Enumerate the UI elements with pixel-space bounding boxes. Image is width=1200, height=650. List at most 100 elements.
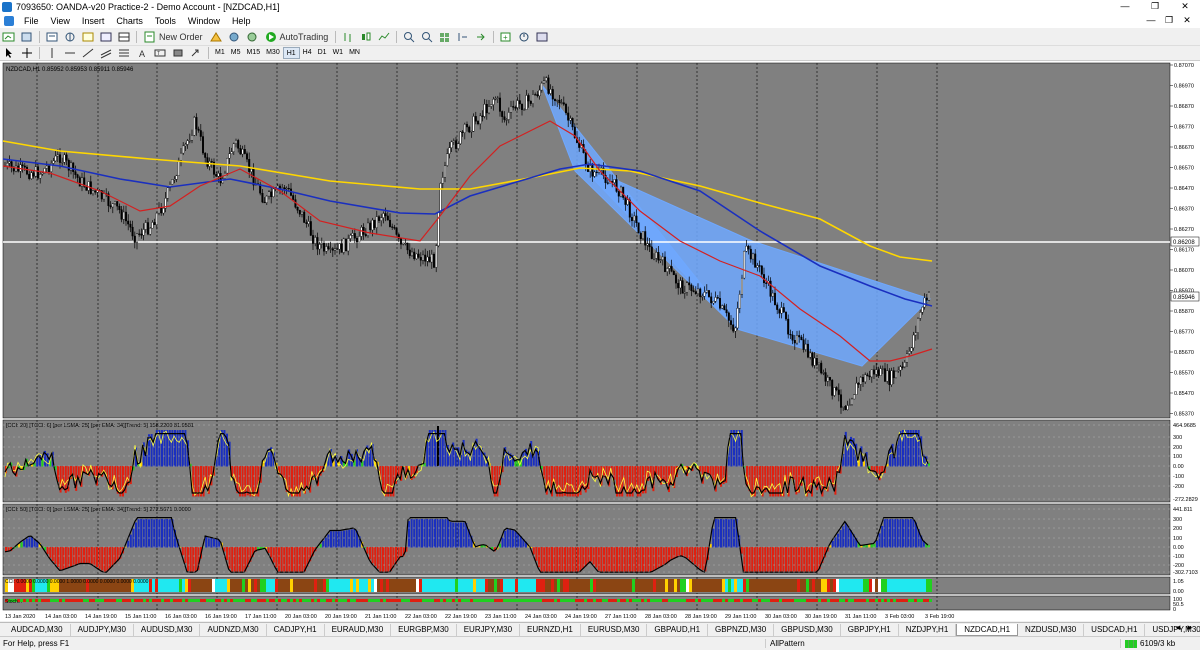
tab-scroll-right-icon[interactable]: ► xyxy=(1184,623,1196,632)
metaeditor-icon[interactable] xyxy=(208,30,224,44)
menu-tools[interactable]: Tools xyxy=(149,16,182,26)
symbol-tab[interactable]: NZDJPY,H1 xyxy=(899,623,957,636)
cci2-bar xyxy=(696,547,699,567)
rectangle-icon[interactable] xyxy=(170,46,186,60)
symbol-tab[interactable]: EURNZD,H1 xyxy=(520,623,581,636)
cci2-bar xyxy=(327,534,330,548)
periods-icon[interactable] xyxy=(516,30,532,44)
symbol-tab[interactable]: NZDCAD,H1 xyxy=(956,623,1019,636)
close-icon[interactable]: ✕ xyxy=(1170,0,1200,13)
symbol-tab[interactable]: EURGBP,M30 xyxy=(391,623,457,636)
chart-svg[interactable]: 0.87070 0.86970 0.86870 0.86770 0.86670 0.865… xyxy=(0,61,1200,621)
menu-window[interactable]: Window xyxy=(182,16,226,26)
symbol-tab[interactable]: CADJPY,H1 xyxy=(267,623,325,636)
signal-cell xyxy=(251,579,254,592)
menu-help[interactable]: Help xyxy=(226,16,257,26)
cci2-bar xyxy=(83,547,85,564)
strategy-tester-icon[interactable] xyxy=(116,30,132,44)
menu-charts[interactable]: Charts xyxy=(110,16,149,26)
chart-window[interactable]: 0.87070 0.86970 0.86870 0.86770 0.86670 0.865… xyxy=(0,61,1200,621)
bar-chart-icon[interactable] xyxy=(340,30,356,44)
signal-cell xyxy=(182,579,185,592)
data-window-icon[interactable] xyxy=(80,30,96,44)
symbol-tab[interactable]: NZDUSD,M30 xyxy=(1018,623,1085,636)
symbol-tab[interactable]: GBPNZD,M30 xyxy=(708,623,775,636)
tile-windows-icon[interactable] xyxy=(437,30,453,44)
timeframe-w1[interactable]: W1 xyxy=(330,47,347,59)
signal-cell xyxy=(887,579,890,592)
chart-shift-icon[interactable] xyxy=(455,30,471,44)
candlestick-icon[interactable] xyxy=(358,30,374,44)
indicators-icon[interactable]: + xyxy=(498,30,514,44)
line-chart-icon[interactable] xyxy=(376,30,392,44)
terminal-icon[interactable] xyxy=(98,30,114,44)
symbol-tab[interactable]: USDCAD,H1 xyxy=(1084,623,1146,636)
autotrading-button[interactable]: AutoTrading xyxy=(262,30,332,44)
crosshair-icon[interactable] xyxy=(19,46,35,60)
cci2-level-label: 300 xyxy=(1173,517,1182,523)
symbol-tab[interactable]: EURJPY,M30 xyxy=(457,623,521,636)
symbol-tab[interactable]: AUDNZD,M30 xyxy=(200,623,267,636)
market-watch-icon[interactable] xyxy=(44,30,60,44)
time-label: 14 Jan 03:00 xyxy=(45,614,77,620)
symbol-tab[interactable]: GBPJPY,H1 xyxy=(841,623,899,636)
new-chart-icon[interactable] xyxy=(1,30,17,44)
chart-close-icon[interactable]: ✕ xyxy=(1178,13,1196,28)
signal-cell xyxy=(716,579,719,592)
new-order-button[interactable]: New Order xyxy=(141,30,206,44)
signal-cell xyxy=(722,579,725,592)
market-icon[interactable] xyxy=(244,30,260,44)
timeframe-m5[interactable]: M5 xyxy=(228,47,244,59)
minimize-icon[interactable]: — xyxy=(1110,0,1140,13)
text-tool-icon[interactable]: A xyxy=(134,46,150,60)
stoch-cell xyxy=(872,599,875,602)
symbol-tab[interactable]: AUDUSD,M30 xyxy=(134,623,201,636)
signals-icon[interactable] xyxy=(226,30,242,44)
menu-file[interactable]: File xyxy=(18,16,45,26)
symbol-tab[interactable]: EURAUD,M30 xyxy=(325,623,392,636)
navigator-icon[interactable] xyxy=(62,30,78,44)
symbol-tab[interactable]: AUDJPY,M30 xyxy=(71,623,134,636)
symbol-tab[interactable]: AUDCAD,M30 xyxy=(4,623,71,636)
symbol-tab[interactable]: GBPUSD,M30 xyxy=(774,623,841,636)
menu-insert[interactable]: Insert xyxy=(76,16,111,26)
vertical-line-icon[interactable] xyxy=(44,46,60,60)
timeframe-h1[interactable]: H1 xyxy=(282,47,300,59)
horizontal-line-icon[interactable] xyxy=(62,46,78,60)
signal-cell xyxy=(368,579,371,592)
timeframe-h4[interactable]: H4 xyxy=(300,47,315,59)
fibonacci-icon[interactable] xyxy=(116,46,132,60)
autoscroll-icon[interactable] xyxy=(473,30,489,44)
signal-cell xyxy=(656,579,659,592)
timeframe-m15[interactable]: M15 xyxy=(243,47,263,59)
templates-icon[interactable] xyxy=(534,30,550,44)
arrows-icon[interactable] xyxy=(188,46,204,60)
restore-icon[interactable]: ❐ xyxy=(1140,0,1170,13)
label-tool-icon[interactable]: T xyxy=(152,46,168,60)
signal-cell xyxy=(896,579,899,592)
stoch-cell xyxy=(263,599,266,602)
trendline-icon[interactable] xyxy=(80,46,96,60)
menu-view[interactable]: View xyxy=(45,16,76,26)
candle-body xyxy=(699,288,702,298)
symbol-tab[interactable]: GBPAUD,H1 xyxy=(647,623,709,636)
symbol-tab[interactable]: EURUSD,M30 xyxy=(581,623,648,636)
price-panel[interactable] xyxy=(2,62,1171,419)
profiles-icon[interactable] xyxy=(19,30,35,44)
channel-icon[interactable] xyxy=(98,46,114,60)
stoch-cell xyxy=(377,599,380,602)
timeframe-m30[interactable]: M30 xyxy=(263,47,283,59)
zoom-out-icon[interactable] xyxy=(419,30,435,44)
chart-restore-icon[interactable]: ❐ xyxy=(1160,13,1178,28)
cci1-level-label: -272.2829 xyxy=(1173,497,1198,503)
timeframe-m1[interactable]: M1 xyxy=(212,47,228,59)
timeframe-d1[interactable]: D1 xyxy=(315,47,330,59)
zoom-in-icon[interactable] xyxy=(401,30,417,44)
stoch-panel[interactable] xyxy=(2,595,1171,611)
tab-scroll-left-icon[interactable]: ◄ xyxy=(1172,623,1184,632)
cursor-icon[interactable] xyxy=(1,46,17,60)
timeframe-mn[interactable]: MN xyxy=(346,47,363,59)
chart-minimize-icon[interactable]: — xyxy=(1142,13,1160,28)
chart-window-icon[interactable] xyxy=(4,15,14,26)
stoch-cell xyxy=(518,599,521,602)
